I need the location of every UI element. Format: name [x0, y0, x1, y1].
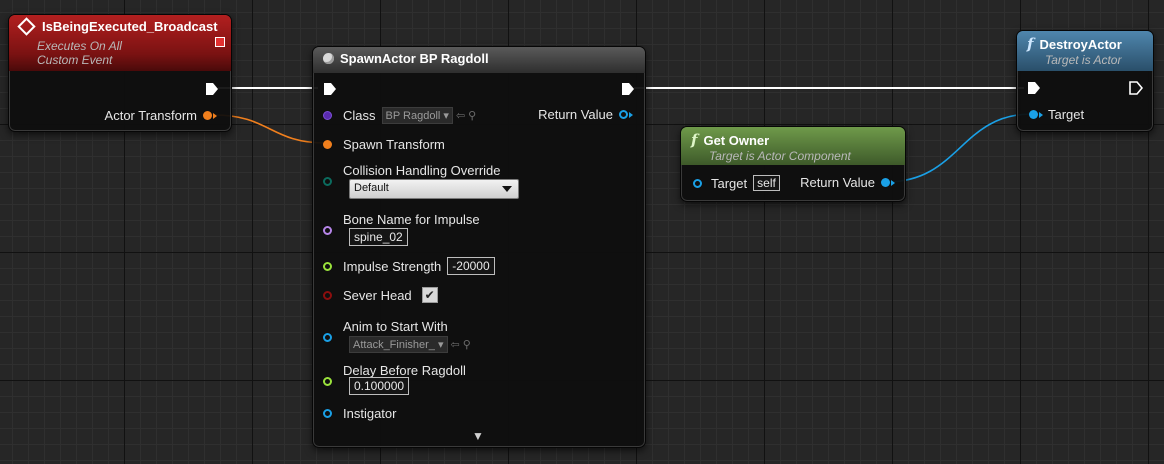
collision-pin[interactable] [323, 177, 332, 186]
spawn-return-value-label: Return Value [538, 107, 613, 122]
get-owner-return-row[interactable]: Return Value [800, 175, 895, 190]
destroy-function-f-icon: f [1027, 35, 1034, 53]
destroy-title: DestroyActor [1039, 36, 1122, 52]
spawn-transform-label: Spawn Transform [343, 137, 445, 152]
sever-head-label: Sever Head [343, 287, 412, 303]
bone-label: Bone Name for Impulse [343, 212, 480, 227]
destroy-subtitle: Target is Actor [1045, 53, 1122, 67]
get-owner-target-label: Target [711, 175, 748, 191]
event-header: IsBeingExecuted_Broadcast Executes On Al… [9, 15, 231, 71]
impulse-field[interactable]: -20000 [447, 257, 495, 275]
replicated-square-icon [215, 37, 225, 47]
event-diamond-icon [17, 17, 36, 36]
spawn-header: SpawnActor BP Ragdoll [313, 47, 645, 73]
anim-label: Anim to Start With [343, 319, 448, 334]
impulse-label: Impulse Strength [343, 258, 442, 274]
impulse-pin-row[interactable]: Impulse Strength -20000 [323, 257, 495, 275]
dropdown-arrow-icon[interactable]: ▾ [443, 110, 449, 122]
destroy-target-pin[interactable] [1029, 110, 1038, 119]
chevron-down-icon [502, 186, 512, 192]
sever-head-pin[interactable] [323, 290, 332, 300]
return-value-pin-row[interactable]: Return Value [538, 107, 633, 122]
function-f-icon: f [691, 131, 698, 149]
collision-dropdown[interactable]: Default [349, 179, 519, 199]
sever-head-pin-row[interactable]: Sever Head ✔ [323, 287, 438, 303]
bone-name-field[interactable]: spine_02 [349, 228, 408, 246]
impulse-pin[interactable] [323, 261, 332, 271]
actor-transform-label: Actor Transform [104, 108, 197, 123]
exec-out-pin[interactable] [205, 82, 219, 96]
class-value: BP Ragdoll [385, 110, 441, 122]
destroy-exec-in-pin[interactable] [1027, 81, 1041, 95]
anim-browse-arrow-icon[interactable]: ⇦ [451, 338, 460, 351]
destroy-target-arrow-icon [1039, 111, 1043, 118]
custom-event-node[interactable]: IsBeingExecuted_Broadcast Executes On Al… [8, 14, 232, 132]
actor-transform-pin[interactable] [203, 111, 212, 120]
get-owner-subtitle: Target is Actor Component [709, 149, 851, 163]
spawn-actor-node[interactable]: SpawnActor BP Ragdoll Class BP Ragdoll ▾… [312, 46, 646, 448]
actor-transform-pin-arrow-icon [213, 112, 217, 119]
collision-label: Collision Handling Override [343, 163, 501, 178]
anim-value: Attack_Finisher_ [353, 339, 435, 351]
owner-to-target-wire [885, 113, 1033, 183]
get-owner-target-pin[interactable] [693, 178, 702, 188]
instigator-pin-row[interactable]: Instigator [323, 406, 396, 421]
browse-arrow-icon[interactable]: ⇦ [456, 109, 465, 122]
spawn-title: SpawnActor BP Ragdoll [340, 51, 489, 66]
class-label: Class [343, 108, 376, 123]
event-title: IsBeingExecuted_Broadcast [42, 19, 218, 34]
class-picker[interactable]: BP Ragdoll ▾ ⇦ ⚲ [381, 107, 476, 124]
sever-head-checkbox[interactable]: ✔ [421, 287, 438, 303]
search-icon[interactable]: ⚲ [468, 109, 476, 122]
destroy-header: f DestroyActor Target is Actor [1017, 31, 1153, 71]
get-owner-header: f Get Owner Target is Actor Component [681, 127, 905, 165]
spawn-exec-out-pin[interactable] [621, 82, 635, 96]
anim-picker[interactable]: Attack_Finisher_ ▾ ⇦ ⚲ [349, 336, 471, 353]
spawn-transform-pin-row[interactable]: Spawn Transform [323, 137, 445, 152]
get-owner-target-row[interactable]: Target self [693, 175, 780, 191]
get-owner-node[interactable]: f Get Owner Target is Actor Component Ta… [680, 126, 906, 202]
destroy-exec-out-pin[interactable] [1129, 81, 1143, 95]
delay-pin[interactable] [323, 377, 332, 386]
event-subtitle-2: Custom Event [37, 53, 113, 67]
instigator-pin[interactable] [323, 409, 332, 418]
anim-search-icon[interactable]: ⚲ [463, 338, 471, 351]
anim-dropdown-arrow-icon[interactable]: ▾ [438, 339, 444, 351]
spawn-actor-icon [323, 53, 334, 64]
actor-transform-pin-row[interactable]: Actor Transform [105, 108, 217, 123]
get-owner-return-arrow-icon [891, 179, 895, 186]
spawn-transform-pin[interactable] [323, 140, 332, 149]
expand-arrow-icon[interactable]: ▼ [472, 429, 484, 443]
delay-field[interactable]: 0.100000 [349, 377, 410, 395]
destroy-actor-node[interactable]: f DestroyActor Target is Actor Target [1016, 30, 1154, 132]
bone-name-pin[interactable] [323, 226, 332, 235]
event-subtitle-1: Executes On All [37, 39, 122, 53]
spawn-exec-in-pin[interactable] [323, 82, 337, 96]
class-pin-row[interactable]: Class BP Ragdoll ▾ ⇦ ⚲ [323, 107, 476, 124]
get-owner-target-field[interactable]: self [753, 175, 780, 191]
anim-pin[interactable] [323, 333, 332, 342]
destroy-target-label: Target [1048, 107, 1085, 122]
return-pin-arrow-icon [629, 111, 633, 118]
get-owner-title: Get Owner [703, 132, 770, 148]
get-owner-return-label: Return Value [800, 175, 875, 190]
spawn-return-value-pin[interactable] [619, 110, 628, 119]
class-pin[interactable] [323, 111, 332, 120]
delay-label: Delay Before Ragdoll [343, 363, 466, 378]
collision-value: Default [354, 182, 389, 194]
destroy-target-row[interactable]: Target [1029, 107, 1084, 122]
get-owner-return-pin[interactable] [881, 178, 890, 187]
instigator-label: Instigator [343, 406, 397, 421]
